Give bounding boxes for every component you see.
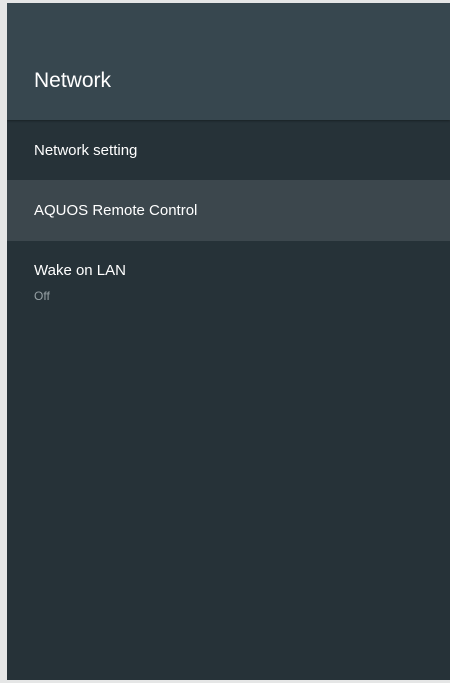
list-item-network-setting[interactable]: Network setting [7, 120, 450, 180]
settings-list: Network setting AQUOS Remote Control Wak… [7, 120, 450, 313]
page-title: Network [34, 69, 112, 92]
header: Network [7, 3, 450, 120]
list-item-label: Wake on LAN [34, 262, 126, 279]
settings-panel: Network Network setting AQUOS Remote Con… [7, 3, 450, 680]
list-item-label: AQUOS Remote Control [34, 202, 198, 219]
list-item-aquos-remote-control[interactable]: AQUOS Remote Control [7, 180, 450, 241]
list-item-value: Off [34, 289, 50, 303]
list-item-label: Network setting [34, 142, 138, 159]
list-item-wake-on-lan[interactable]: Wake on LAN Off [7, 241, 450, 313]
